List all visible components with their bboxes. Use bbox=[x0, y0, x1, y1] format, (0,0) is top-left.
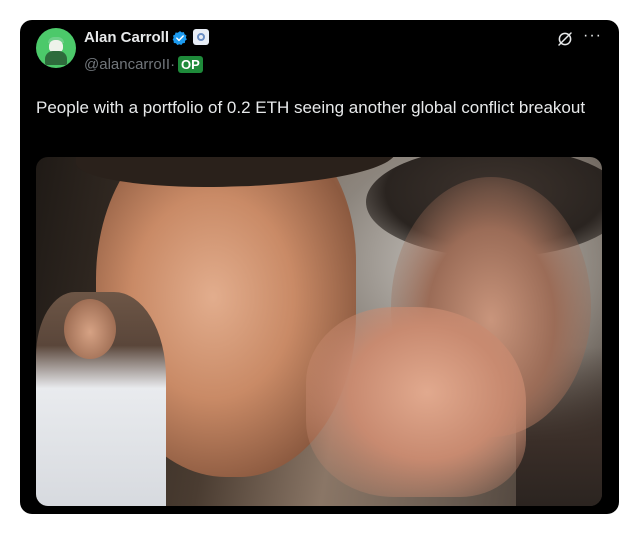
tweet-card[interactable]: Alan Carroll @alancarroII· OP ··· People… bbox=[20, 20, 619, 514]
avatar[interactable] bbox=[36, 28, 76, 68]
image-region bbox=[306, 307, 526, 497]
more-icon[interactable]: ··· bbox=[583, 27, 602, 45]
image-region bbox=[64, 299, 116, 359]
author-name[interactable]: Alan Carroll bbox=[84, 29, 169, 47]
affiliation-badge-icon[interactable] bbox=[193, 29, 209, 45]
author-handle[interactable]: @alancarroII· bbox=[84, 56, 175, 74]
op-badge: OP bbox=[178, 56, 203, 73]
tweet-media-image[interactable] bbox=[36, 157, 602, 506]
grok-icon[interactable] bbox=[556, 30, 574, 48]
tweet-text: People with a portfolio of 0.2 ETH seein… bbox=[36, 98, 586, 117]
verified-badge-icon bbox=[172, 31, 187, 45]
